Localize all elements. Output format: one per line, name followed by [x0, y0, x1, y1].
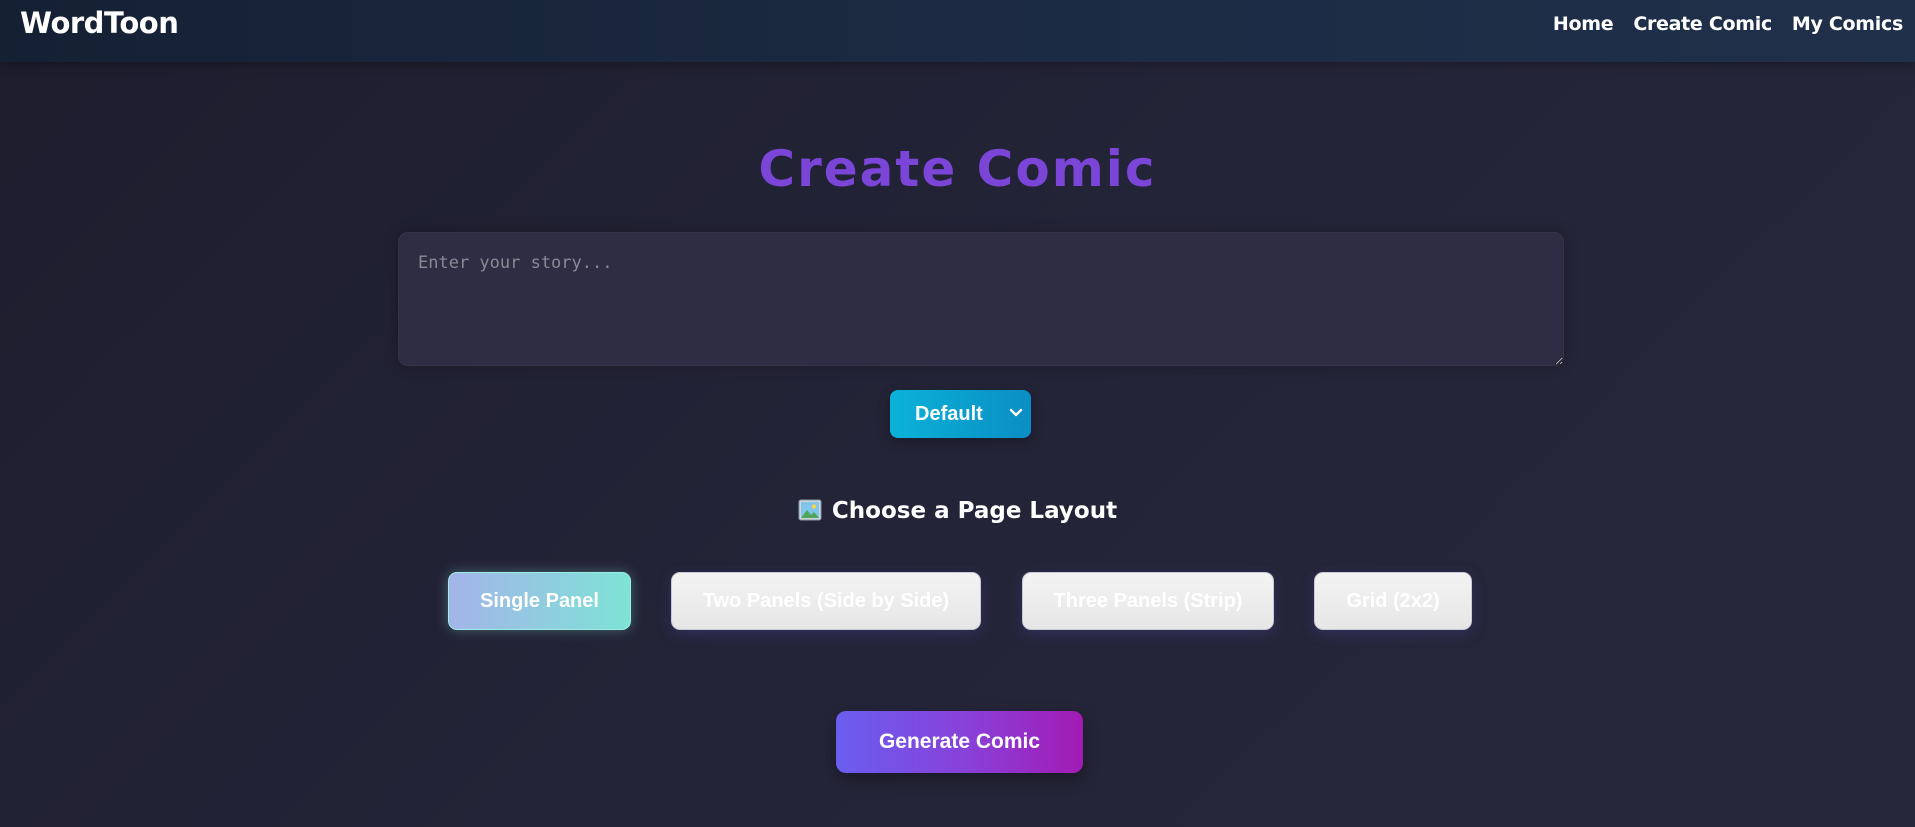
- page-title: Create Comic: [758, 140, 1157, 198]
- layout-option-two-panels[interactable]: Two Panels (Side by Side): [671, 572, 981, 630]
- layout-option-grid-2x2[interactable]: Grid (2x2): [1314, 572, 1472, 630]
- style-select[interactable]: Default: [890, 390, 1031, 438]
- layout-heading: Choose a Page Layout: [0, 498, 1915, 524]
- nav-links: Home Create Comic My Comics: [1553, 13, 1903, 35]
- navbar: WordToon Home Create Comic My Comics: [0, 0, 1915, 62]
- nav-link-my-comics[interactable]: My Comics: [1792, 13, 1903, 35]
- nav-link-create-comic[interactable]: Create Comic: [1633, 13, 1772, 35]
- layout-option-single-panel[interactable]: Single Panel: [448, 572, 631, 630]
- nav-link-home[interactable]: Home: [1553, 13, 1614, 35]
- brand-logo[interactable]: WordToon: [20, 6, 179, 40]
- generate-comic-button[interactable]: Generate Comic: [836, 711, 1083, 773]
- layout-heading-text: Choose a Page Layout: [831, 498, 1118, 524]
- style-select-wrapper: Default: [890, 390, 1031, 438]
- layout-option-three-panels[interactable]: Three Panels (Strip): [1022, 572, 1274, 630]
- framed-picture-icon: [798, 499, 822, 521]
- story-input[interactable]: [398, 232, 1564, 366]
